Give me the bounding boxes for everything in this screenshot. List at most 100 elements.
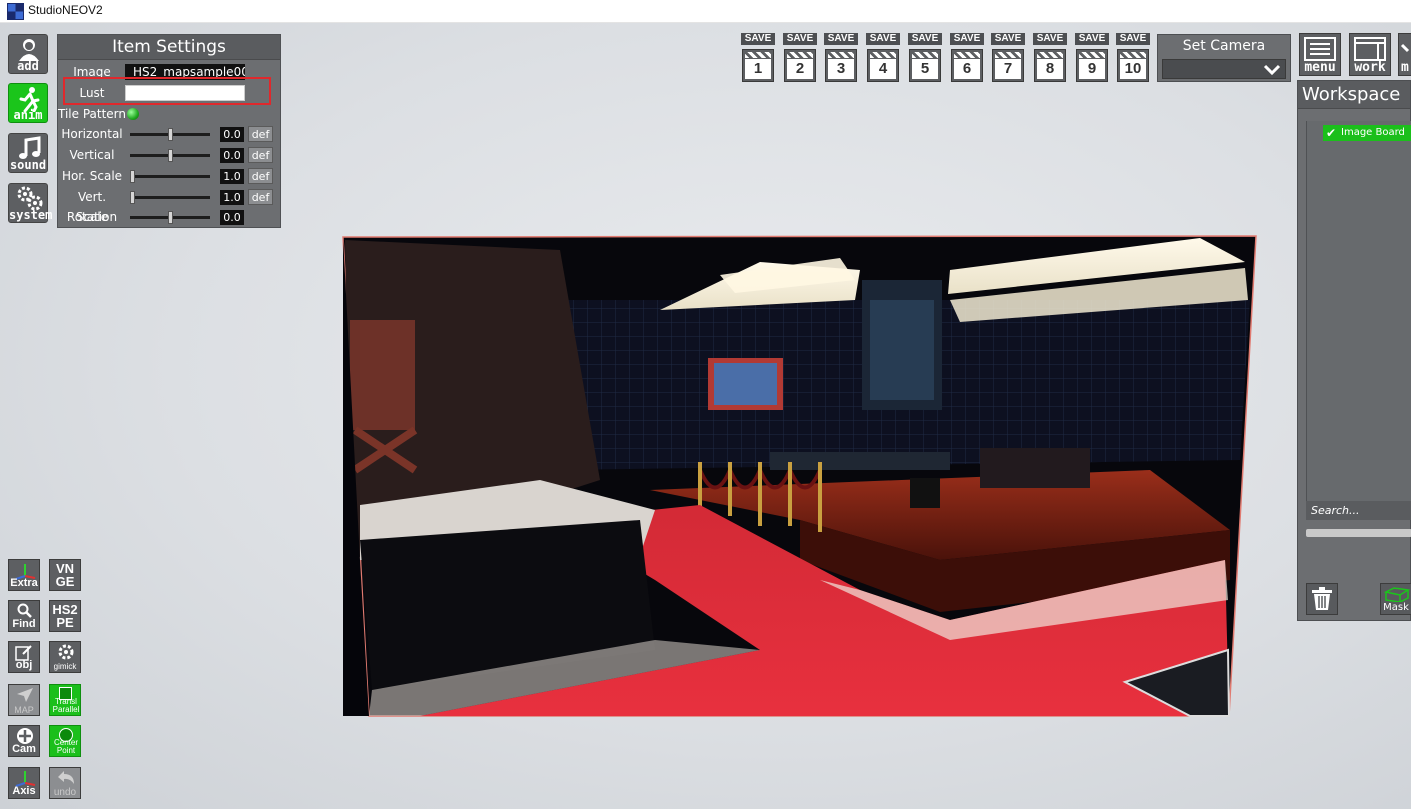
extra-button[interactable]: Extra <box>8 559 40 591</box>
sofa <box>770 452 950 470</box>
save-caption: SAVE <box>1075 33 1109 45</box>
slider-label: Hor. Scale <box>61 169 123 183</box>
find-button[interactable]: Find <box>8 600 40 632</box>
clapper-stripes <box>870 52 896 58</box>
save-slot-8[interactable]: SAVE 8 <box>1033 33 1067 83</box>
save-slot-4[interactable]: SAVE 4 <box>866 33 900 83</box>
delete-button[interactable] <box>1306 583 1338 615</box>
floor-corner <box>1122 648 1231 717</box>
add-button[interactable]: add <box>8 34 48 74</box>
set-camera-panel: Set Camera <box>1157 34 1291 82</box>
sound-button[interactable]: sound <box>8 133 48 173</box>
slider-value[interactable]: 1.0 <box>220 190 244 205</box>
work-button[interactable]: work <box>1349 33 1391 76</box>
counter-floor <box>369 640 760 716</box>
sound-label: sound <box>9 158 47 172</box>
red-carpet <box>420 505 1229 716</box>
vert-scale-slider[interactable] <box>130 191 210 204</box>
save-slot-number: 5 <box>912 59 938 79</box>
hor-scale-slider[interactable] <box>130 170 210 183</box>
slider-value[interactable]: 0.0 <box>220 127 244 142</box>
window-title: StudioNEOV2 <box>28 3 103 17</box>
cam-label: Cam <box>12 743 36 755</box>
slider-row-vertical: Vertical 0.0 def <box>58 145 280 165</box>
lust-input[interactable] <box>125 85 245 101</box>
save-slot-number: 8 <box>1037 59 1063 79</box>
counter-body <box>360 520 655 690</box>
slider-value[interactable]: 1.0 <box>220 169 244 184</box>
save-slot-1[interactable]: SAVE 1 <box>741 33 775 83</box>
ceiling-light <box>950 268 1248 322</box>
slider-thumb[interactable] <box>168 149 173 162</box>
anim-label: anim <box>13 108 43 122</box>
clapper-stripes <box>1037 52 1063 58</box>
stage-steps <box>800 520 1230 612</box>
def-button[interactable]: def <box>248 168 273 184</box>
def-button[interactable]: def <box>248 189 273 205</box>
axis-button[interactable]: Axis <box>8 767 40 799</box>
image-field[interactable]: HS2_mapsample00 <box>125 64 245 80</box>
def-button[interactable]: def <box>248 126 273 142</box>
undo-button[interactable]: undo <box>49 767 81 799</box>
save-slot-5[interactable]: SAVE 5 <box>908 33 942 83</box>
cam-button[interactable]: Cam <box>8 725 40 757</box>
save-slot-number: 10 <box>1120 59 1146 79</box>
add-label: add <box>17 59 39 73</box>
save-slot-2[interactable]: SAVE 2 <box>783 33 817 83</box>
clapper-stripes <box>745 52 771 58</box>
painting <box>714 363 777 405</box>
workspace-scrollbar[interactable] <box>1306 529 1411 537</box>
workspace-search-input[interactable]: Search... <box>1306 501 1411 520</box>
map-button[interactable]: MAP <box>8 684 40 716</box>
person-icon <box>19 39 39 61</box>
slider-thumb[interactable] <box>168 211 173 224</box>
mask-button[interactable]: Mask <box>1380 583 1411 615</box>
slider-thumb[interactable] <box>168 128 173 141</box>
stone-wall <box>345 240 600 560</box>
save-slot-6[interactable]: SAVE 6 <box>950 33 984 83</box>
center-point-button[interactable]: Center Point <box>49 725 81 757</box>
clapperboard-icon: 10 <box>1117 49 1149 82</box>
vnge-button[interactable]: VN GE <box>49 559 81 591</box>
workspace-tree[interactable]: ✔ Image Board <box>1306 121 1411 506</box>
clapper-stripes <box>1079 52 1105 58</box>
obj-button[interactable]: obj <box>8 641 40 673</box>
save-slot-10[interactable]: SAVE 10 <box>1116 33 1150 83</box>
clapperboard-icon: 3 <box>825 49 857 82</box>
slider-thumb[interactable] <box>130 170 135 183</box>
rotation-slider[interactable] <box>130 211 210 224</box>
set-camera-title: Set Camera <box>1182 38 1266 54</box>
gimmick-button[interactable]: gimick <box>49 641 81 673</box>
clapper-stripes <box>995 52 1021 58</box>
set-camera-dropdown[interactable] <box>1162 59 1286 79</box>
stool <box>910 478 940 508</box>
save-slot-7[interactable]: SAVE 7 <box>991 33 1025 83</box>
save-slot-number: 4 <box>870 59 896 79</box>
anim-button[interactable]: anim <box>8 83 48 123</box>
hs2pe-button[interactable]: HS2 PE <box>49 600 81 632</box>
tile-pattern-row: Tile Pattern <box>58 104 280 124</box>
clapperboard-icon: 6 <box>951 49 983 82</box>
transl-parallel-button[interactable]: Transl Parallel <box>49 684 81 716</box>
system-button[interactable]: system <box>8 183 52 223</box>
wall-panel <box>350 320 415 430</box>
save-slot-3[interactable]: SAVE 3 <box>824 33 858 83</box>
clapper-stripes <box>1120 52 1146 58</box>
vertical-slider[interactable] <box>130 149 210 162</box>
def-button[interactable]: def <box>248 147 273 163</box>
title-bar: StudioNEOV2 <box>0 0 1411 23</box>
partial-button[interactable]: m <box>1398 33 1411 76</box>
clapperboard-icon: 5 <box>909 49 941 82</box>
save-caption: SAVE <box>824 33 858 45</box>
save-caption: SAVE <box>866 33 900 45</box>
save-slot-9[interactable]: SAVE 9 <box>1075 33 1109 83</box>
workspace-item[interactable]: ✔ Image Board <box>1323 125 1411 141</box>
horizontal-slider[interactable] <box>130 128 210 141</box>
work-label: work <box>1354 60 1386 75</box>
slider-value[interactable]: 0.0 <box>220 148 244 163</box>
menu-button[interactable]: menu <box>1299 33 1341 76</box>
slider-thumb[interactable] <box>130 191 135 204</box>
slider-value[interactable]: 0.0 <box>220 210 244 225</box>
tile-pattern-toggle[interactable] <box>127 108 139 120</box>
clapperboard-icon: 7 <box>992 49 1024 82</box>
